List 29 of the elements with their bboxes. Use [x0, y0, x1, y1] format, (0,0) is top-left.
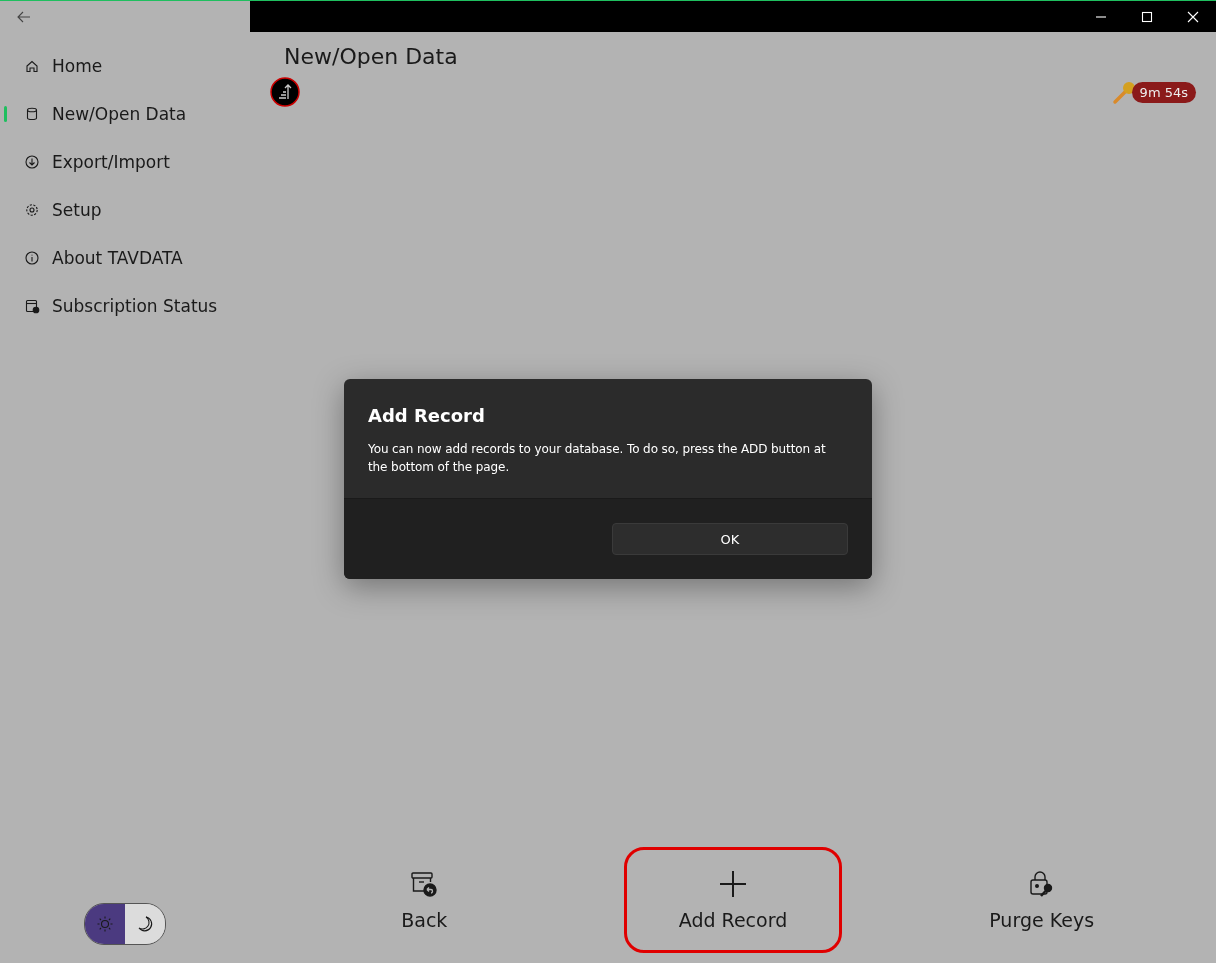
page-title: New/Open Data: [284, 44, 459, 69]
sidebar-item[interactable]: Home: [0, 42, 250, 90]
settings-icon: [24, 202, 40, 218]
download-icon: [24, 154, 40, 170]
moon-icon: [136, 915, 154, 933]
back-button[interactable]: Back: [315, 847, 534, 953]
sidebar-item[interactable]: Subscription Status: [0, 282, 250, 330]
ok-button[interactable]: OK: [612, 523, 848, 555]
dark-mode-button[interactable]: [125, 904, 165, 944]
sidebar-item[interactable]: Setup: [0, 186, 250, 234]
sun-icon: [96, 915, 114, 933]
sort-upload-icon[interactable]: [270, 77, 300, 107]
purge-keys-button[interactable]: Purge Keys: [932, 847, 1151, 953]
theme-toggle[interactable]: [84, 903, 166, 945]
sidebar-item[interactable]: Export/Import: [0, 138, 250, 186]
close-icon: [1187, 10, 1199, 23]
back-arrow-icon[interactable]: [16, 9, 32, 25]
light-mode-button[interactable]: [85, 904, 125, 944]
dialog-title: Add Record: [368, 405, 486, 426]
info-icon: [24, 250, 40, 266]
home-icon: [24, 58, 40, 74]
sidebar-item[interactable]: New/Open Data: [0, 90, 250, 138]
dialog-message: You can now add records to your database. To do so, press the ADD button at the bottom of the page.: [368, 441, 827, 476]
add-record-button[interactable]: Add Record: [624, 847, 842, 953]
calendar-check-icon: [24, 298, 40, 314]
maximize-icon: [1141, 10, 1153, 23]
database-icon: [24, 106, 40, 122]
session-timer-badge: 9m 54s: [1131, 81, 1196, 103]
sidebar-item[interactable]: About TAVDATA: [0, 234, 250, 282]
